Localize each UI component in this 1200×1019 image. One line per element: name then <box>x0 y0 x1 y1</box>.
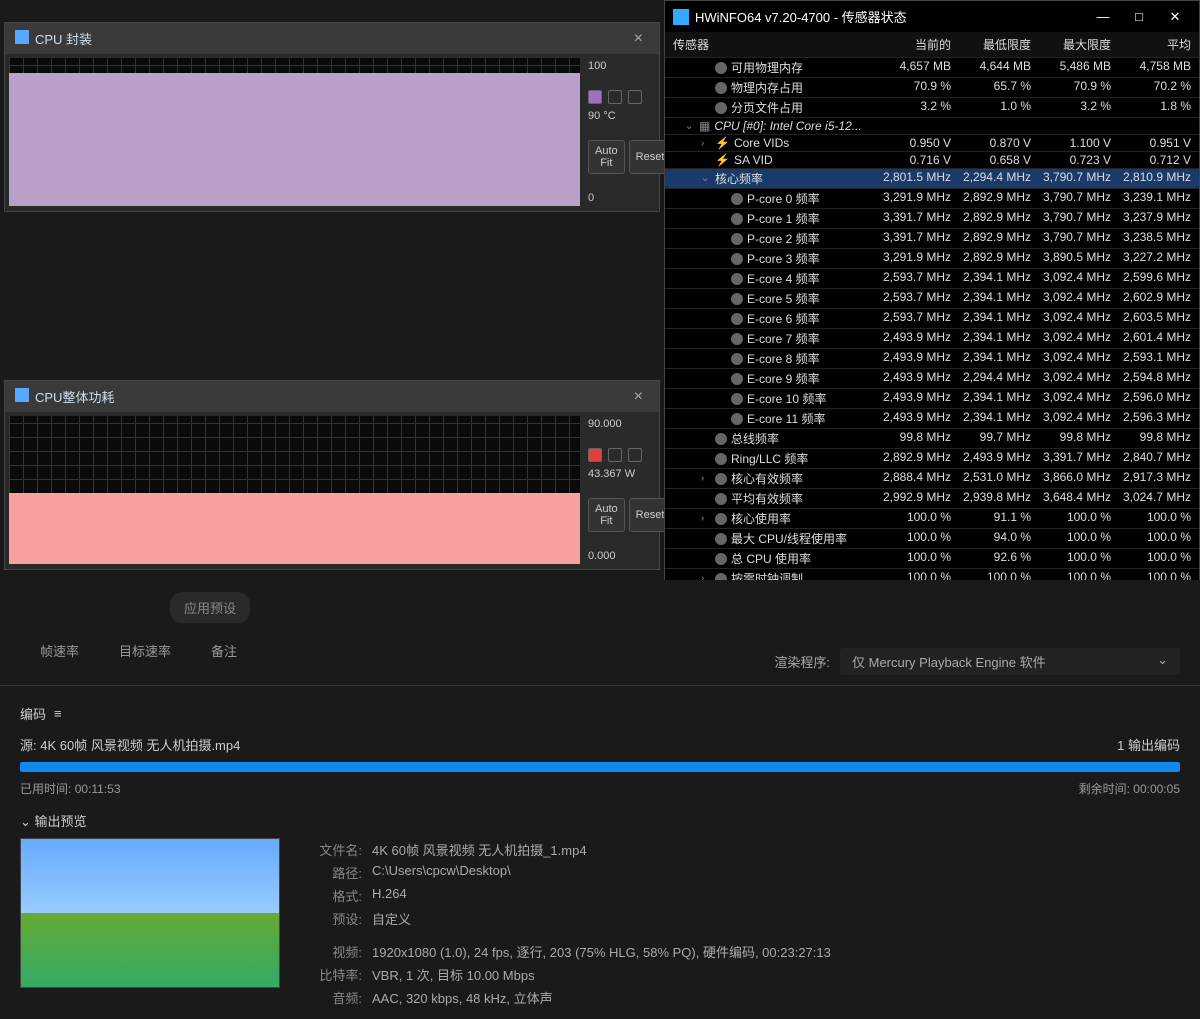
sensor-row[interactable]: E-core 4 频率2,593.7 MHz2,394.1 MHz3,092.4… <box>665 269 1199 289</box>
graph1-mid: 90 °C <box>588 110 655 122</box>
meta-bitrate: VBR, 1 次, 目标 10.00 Mbps <box>372 965 535 984</box>
encoder-panel: 应用预设 帧速率 目标速率 备注 渲染程序: 仅 Mercury Playbac… <box>0 580 1200 990</box>
meta-video: 1920x1080 (1.0), 24 fps, 逐行, 203 (75% HL… <box>372 942 831 961</box>
chip-icon <box>15 30 29 44</box>
graph2-min: 0.000 <box>588 550 655 562</box>
sensor-row[interactable]: 平均有效频率2,992.9 MHz2,939.8 MHz3,648.4 MHz3… <box>665 489 1199 509</box>
menu-icon[interactable]: ≡ <box>54 706 62 721</box>
apply-preset-button[interactable]: 应用预设 <box>170 592 250 623</box>
swatch-icon[interactable] <box>628 90 642 104</box>
remaining: 00:00:05 <box>1133 782 1180 796</box>
swatch-icon[interactable] <box>588 448 602 462</box>
progress-bar <box>20 762 1180 772</box>
output-count: 1 输出编码 <box>1117 735 1180 754</box>
chevron-down-icon[interactable]: ⌄ <box>20 814 31 829</box>
sensor-row[interactable]: E-core 5 频率2,593.7 MHz2,394.1 MHz3,092.4… <box>665 289 1199 309</box>
meta-preset: 自定义 <box>372 909 411 928</box>
tab-framerate[interactable]: 帧速率 <box>40 641 79 660</box>
graph1-canvas <box>9 58 580 206</box>
sensor-row[interactable]: ›⚡ Core VIDs0.950 V0.870 V1.100 V0.951 V <box>665 135 1199 152</box>
sensor-row[interactable]: 可用物理内存4,657 MB4,644 MB5,486 MB4,758 MB <box>665 58 1199 78</box>
sensor-row[interactable]: 物理内存占用70.9 %65.7 %70.9 %70.2 % <box>665 78 1199 98</box>
sensor-row[interactable]: 分页文件占用3.2 %1.0 %3.2 %1.8 % <box>665 98 1199 118</box>
col-current[interactable]: 当前的 <box>879 36 959 53</box>
autofit-button[interactable]: Auto Fit <box>588 498 625 532</box>
chip-icon <box>15 388 29 402</box>
graph2-canvas <box>9 416 580 564</box>
sensor-row[interactable]: ⌄ 核心频率2,801.5 MHz2,294.4 MHz3,790.7 MHz2… <box>665 169 1199 189</box>
sensor-row[interactable]: P-core 1 频率3,391.7 MHz2,892.9 MHz3,790.7… <box>665 209 1199 229</box>
window-title: HWiNFO64 v7.20-4700 - 传感器状态 <box>695 7 907 26</box>
tab-notes[interactable]: 备注 <box>211 641 237 660</box>
graph1-min: 0 <box>588 192 655 204</box>
hwinfo-window: HWiNFO64 v7.20-4700 - 传感器状态 — □ ✕ 传感器 当前… <box>664 0 1200 660</box>
col-avg[interactable]: 平均 <box>1119 36 1199 53</box>
sensor-row[interactable]: E-core 6 频率2,593.7 MHz2,394.1 MHz3,092.4… <box>665 309 1199 329</box>
meta-path: C:\Users\cpcw\Desktop\ <box>372 863 511 882</box>
swatch-icon[interactable] <box>608 448 622 462</box>
swatch-icon[interactable] <box>588 90 602 104</box>
sensor-row[interactable]: ⚡ SA VID0.716 V0.658 V0.723 V0.712 V <box>665 152 1199 169</box>
col-sensor[interactable]: 传感器 <box>665 36 879 53</box>
sensor-row[interactable]: Ring/LLC 频率2,892.9 MHz2,493.9 MHz3,391.7… <box>665 449 1199 469</box>
cpu-power-graph: CPU整体功耗 × 90.000 43.367 W Auto Fit Reset… <box>4 380 660 570</box>
cpu-header-row[interactable]: ⌄▦ CPU [#0]: Intel Core i5-12... <box>665 118 1199 135</box>
elapsed: 00:11:53 <box>75 782 121 796</box>
autofit-button[interactable]: Auto Fit <box>588 140 625 174</box>
sensor-row[interactable]: P-core 0 频率3,291.9 MHz2,892.9 MHz3,790.7… <box>665 189 1199 209</box>
close-button[interactable]: ✕ <box>1159 9 1191 25</box>
graph1-max: 100 <box>588 60 655 72</box>
sensor-row[interactable]: P-core 3 频率3,291.9 MHz2,892.9 MHz3,890.5… <box>665 249 1199 269</box>
sensor-row[interactable]: E-core 10 频率2,493.9 MHz2,394.1 MHz3,092.… <box>665 389 1199 409</box>
graph2-max: 90.000 <box>588 418 655 430</box>
graph2-title: CPU整体功耗 <box>35 390 114 405</box>
maximize-button[interactable]: □ <box>1123 9 1155 25</box>
sensor-row[interactable]: E-core 7 频率2,493.9 MHz2,394.1 MHz3,092.4… <box>665 329 1199 349</box>
chevron-down-icon: ⌄ <box>1157 652 1168 671</box>
meta-filename: 4K 60帧 风景视频 无人机拍摄_1.mp4 <box>372 840 587 859</box>
source-file: 4K 60帧 风景视频 无人机拍摄.mp4 <box>40 738 240 753</box>
render-label: 渲染程序: <box>774 652 830 671</box>
graph1-title: CPU 封装 <box>35 32 92 47</box>
encoding-label: 编码 <box>20 704 46 723</box>
app-icon <box>673 9 689 25</box>
meta-format: H.264 <box>372 886 407 905</box>
graph2-mid: 43.367 W <box>588 468 655 480</box>
preview-thumbnail <box>20 838 280 988</box>
col-max[interactable]: 最大限度 <box>1039 36 1119 53</box>
meta-audio: AAC, 320 kbps, 48 kHz, 立体声 <box>372 988 553 1007</box>
swatch-icon[interactable] <box>628 448 642 462</box>
sensor-row[interactable]: › 核心使用率100.0 %91.1 %100.0 %100.0 % <box>665 509 1199 529</box>
col-min[interactable]: 最低限度 <box>959 36 1039 53</box>
sensor-row[interactable]: 总 CPU 使用率100.0 %92.6 %100.0 %100.0 % <box>665 549 1199 569</box>
minimize-button[interactable]: — <box>1087 9 1119 25</box>
swatch-icon[interactable] <box>608 90 622 104</box>
sensor-row[interactable]: E-core 9 频率2,493.9 MHz2,294.4 MHz3,092.4… <box>665 369 1199 389</box>
sensor-row[interactable]: P-core 2 频率3,391.7 MHz2,892.9 MHz3,790.7… <box>665 229 1199 249</box>
tab-target-rate[interactable]: 目标速率 <box>119 641 171 660</box>
sensor-row[interactable]: 最大 CPU/线程使用率100.0 %94.0 %100.0 %100.0 % <box>665 529 1199 549</box>
sensor-row[interactable]: E-core 8 频率2,493.9 MHz2,394.1 MHz3,092.4… <box>665 349 1199 369</box>
render-select[interactable]: 仅 Mercury Playback Engine 软件 ⌄ <box>840 648 1180 675</box>
sensor-row[interactable]: 总线频率99.8 MHz99.7 MHz99.8 MHz99.8 MHz <box>665 429 1199 449</box>
close-icon[interactable]: × <box>628 30 649 48</box>
sensor-row[interactable]: E-core 11 频率2,493.9 MHz2,394.1 MHz3,092.… <box>665 409 1199 429</box>
close-icon[interactable]: × <box>628 388 649 406</box>
cpu-package-graph: CPU 封装 × 100 90 °C Auto Fit Reset 0 <box>4 22 660 212</box>
sensor-row[interactable]: › 核心有效频率2,888.4 MHz2,531.0 MHz3,866.0 MH… <box>665 469 1199 489</box>
